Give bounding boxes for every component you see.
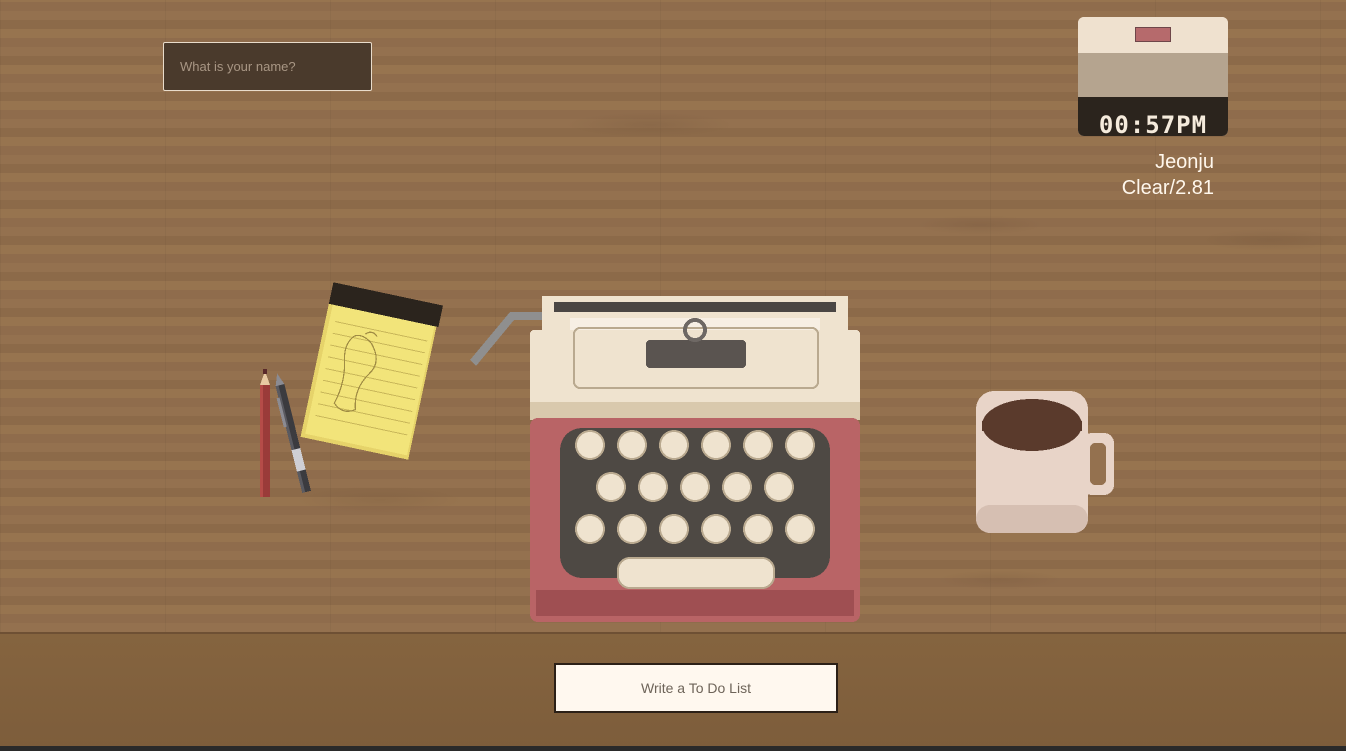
clock-time: 00:57PM: [1098, 111, 1208, 136]
clock-alarm-button: [1135, 27, 1171, 42]
clock-face: 00:57PM: [1078, 97, 1228, 136]
typewriter-icon: [470, 296, 860, 622]
clock-band: [1078, 53, 1228, 97]
clock-widget: 00:57PM: [1078, 17, 1228, 136]
weather-info: Jeonju Clear/2.81: [1086, 149, 1214, 201]
weather-city: Jeonju: [1155, 151, 1214, 173]
pencil-icon: [260, 369, 311, 497]
write-todo-list-button[interactable]: Write a To Do List: [554, 663, 838, 713]
coffee-mug-icon: [976, 391, 1114, 533]
weather-condition: Clear/2.81: [1121, 177, 1214, 199]
floor-strip: [0, 746, 1346, 751]
name-input[interactable]: [163, 42, 372, 91]
